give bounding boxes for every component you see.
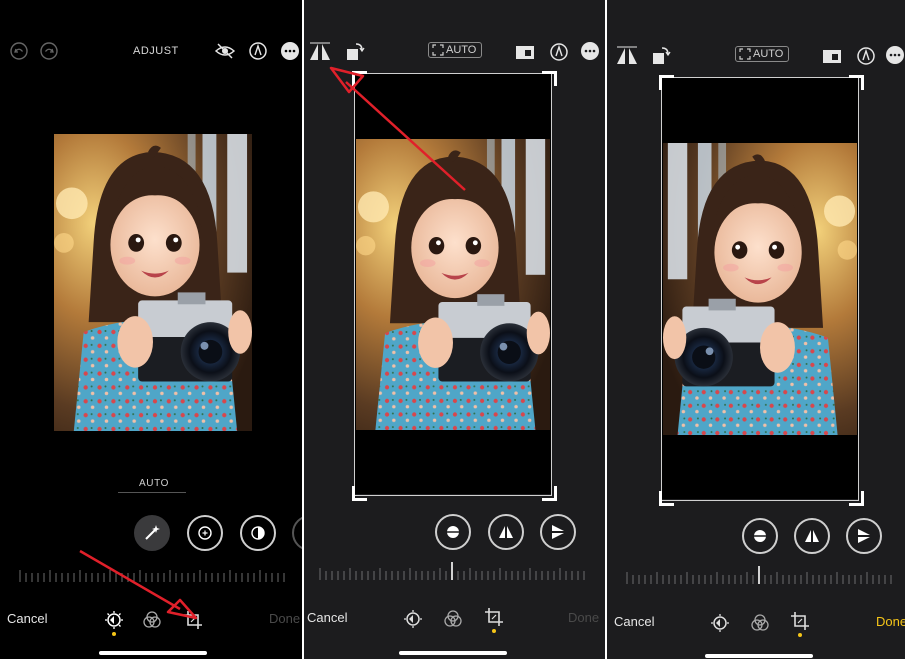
- aspect-ratio-icon[interactable]: [822, 46, 842, 66]
- magic-wand-button[interactable]: [134, 515, 170, 551]
- redo-icon[interactable]: [39, 41, 59, 61]
- markup-icon[interactable]: [248, 41, 268, 61]
- vertical-perspective-icon: [804, 528, 820, 544]
- filters-icon[interactable]: [750, 613, 770, 633]
- crop-handle[interactable]: [849, 491, 864, 506]
- crop-handle[interactable]: [659, 491, 674, 506]
- adjust-icon[interactable]: [403, 609, 423, 629]
- auto-label: AUTO: [753, 48, 784, 60]
- home-indicator: [399, 651, 507, 655]
- auto-button[interactable]: AUTO: [428, 42, 483, 58]
- markup-icon[interactable]: [856, 46, 876, 66]
- auto-frame-icon: [739, 48, 751, 60]
- straighten-icon: [752, 528, 768, 544]
- straighten-button[interactable]: [742, 518, 778, 554]
- cancel-button[interactable]: Cancel: [7, 611, 47, 626]
- filters-icon[interactable]: [142, 610, 162, 630]
- horizontal-perspective-button[interactable]: [540, 514, 576, 550]
- undo-icon[interactable]: [9, 41, 29, 61]
- perspective-icon[interactable]: [309, 42, 331, 62]
- home-indicator: [99, 651, 207, 655]
- aspect-ratio-icon[interactable]: [515, 42, 535, 62]
- photo-preview: [54, 134, 252, 431]
- done-button[interactable]: Done: [876, 614, 905, 629]
- adjust-icon[interactable]: [104, 610, 124, 630]
- rotate-icon[interactable]: [345, 42, 365, 62]
- auto-label: AUTO: [446, 44, 477, 56]
- crop-icon[interactable]: [790, 611, 810, 631]
- done-button[interactable]: Done: [269, 611, 300, 626]
- vertical-perspective-button[interactable]: [794, 518, 830, 554]
- crop-frame[interactable]: [354, 73, 552, 496]
- crop-result-panel: AUTO Cancel Done: [607, 0, 905, 659]
- more-icon[interactable]: [280, 41, 300, 61]
- perspective-icon[interactable]: [616, 46, 638, 66]
- magic-wand-icon: [143, 524, 161, 542]
- straighten-button[interactable]: [435, 514, 471, 550]
- done-button[interactable]: Done: [568, 610, 599, 625]
- crop-icon[interactable]: [484, 607, 504, 627]
- crop-handle[interactable]: [542, 71, 557, 86]
- auto-frame-icon: [432, 44, 444, 56]
- eye-icon[interactable]: [214, 41, 236, 61]
- crop-handle[interactable]: [849, 75, 864, 90]
- next-tool-button[interactable]: [292, 515, 302, 551]
- exposure-button[interactable]: [187, 515, 223, 551]
- crop-icon[interactable]: [183, 610, 203, 630]
- brilliance-button[interactable]: [240, 515, 276, 551]
- crop-handle[interactable]: [542, 486, 557, 501]
- perspective-slider[interactable]: [625, 566, 893, 584]
- divider: [118, 492, 186, 493]
- cancel-button[interactable]: Cancel: [307, 610, 347, 625]
- more-icon[interactable]: [885, 45, 905, 65]
- exposure-icon: [197, 525, 213, 541]
- active-tab-indicator: [798, 633, 802, 637]
- crop-panel: AUTO Cancel Done: [304, 0, 605, 659]
- adjust-icon[interactable]: [710, 613, 730, 633]
- cancel-button[interactable]: Cancel: [614, 614, 654, 629]
- page-title: ADJUST: [133, 45, 179, 57]
- home-indicator: [705, 654, 813, 658]
- adjust-panel: ADJUST AUTO Cancel Done: [0, 0, 302, 659]
- active-tab-indicator: [492, 629, 496, 633]
- perspective-slider[interactable]: [318, 562, 588, 580]
- crop-frame[interactable]: [661, 77, 859, 501]
- crop-handle[interactable]: [352, 486, 367, 501]
- straighten-icon: [445, 524, 461, 540]
- crop-handle[interactable]: [659, 75, 674, 90]
- vertical-perspective-button[interactable]: [488, 514, 524, 550]
- horizontal-perspective-icon: [856, 528, 872, 544]
- markup-icon[interactable]: [549, 42, 569, 62]
- brilliance-icon: [250, 525, 266, 541]
- auto-button[interactable]: AUTO: [735, 46, 790, 62]
- adjust-slider[interactable]: [18, 568, 288, 582]
- active-tab-indicator: [112, 632, 116, 636]
- crop-handle[interactable]: [352, 71, 367, 86]
- more-icon[interactable]: [580, 41, 600, 61]
- vertical-perspective-icon: [498, 524, 514, 540]
- filters-icon[interactable]: [443, 609, 463, 629]
- horizontal-perspective-button[interactable]: [846, 518, 882, 554]
- auto-label: AUTO: [139, 478, 169, 489]
- horizontal-perspective-icon: [550, 524, 566, 540]
- rotate-icon[interactable]: [651, 46, 671, 66]
